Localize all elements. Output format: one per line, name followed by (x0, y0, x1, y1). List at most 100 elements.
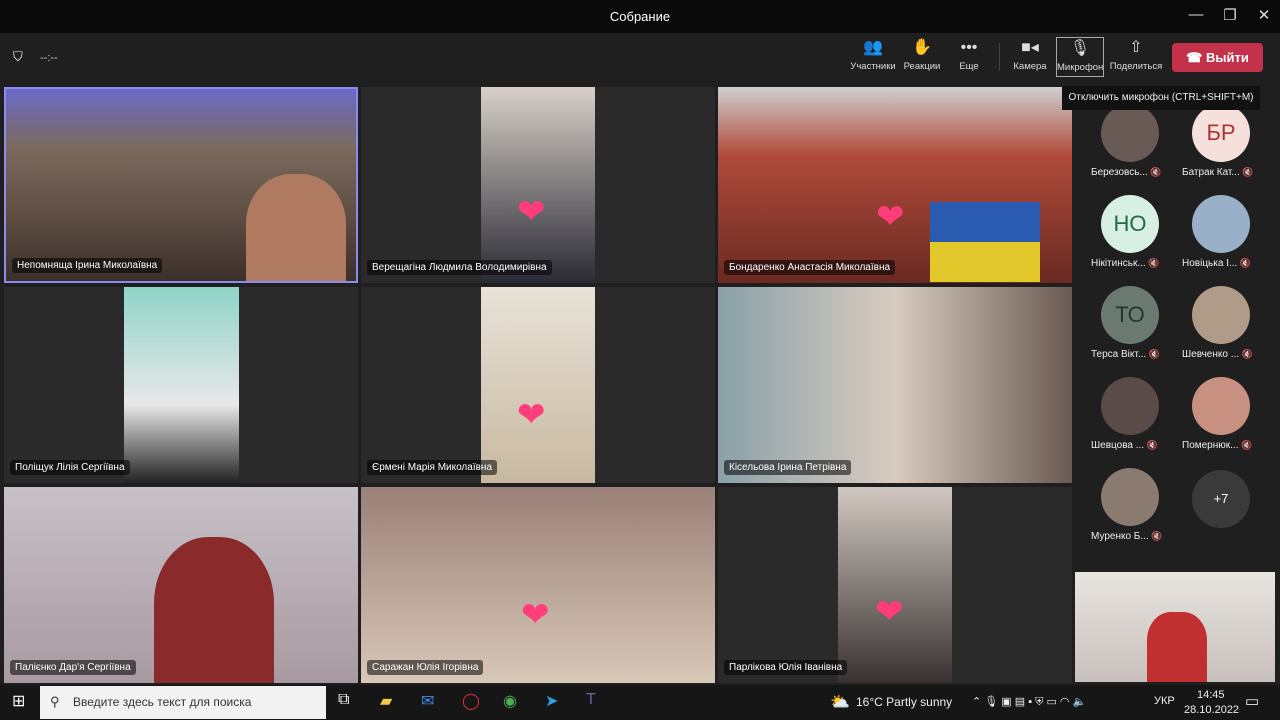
participant-name: Єрмені Марія Миколаївна (367, 460, 498, 475)
more-label: Еще (959, 61, 979, 72)
heart-reaction-icon: ❤ (517, 193, 546, 231)
participant-name: Непомняща Ірина Миколаївна (12, 258, 163, 273)
video-tile[interactable]: Поліщук Лілія Сергіївна (4, 287, 358, 483)
video-tile[interactable]: ❤ Бондаренко Анастасія Миколаївна (718, 87, 1072, 283)
participant-avatar[interactable] (1192, 195, 1250, 253)
shield-icon: ⛉ (13, 49, 23, 64)
share-button[interactable]: ⇧ Поделиться (1108, 37, 1164, 72)
mic-muted-icon: 🔇 (1239, 167, 1254, 177)
mic-muted-icon: 🔇 (1237, 258, 1252, 268)
participant-label: Новіцька І... 🔇 (1182, 258, 1251, 269)
video-tile[interactable]: Кісельова Ірина Петрівна (718, 287, 1072, 483)
meeting-timer: --:-- (40, 52, 58, 64)
participant-name: Шевченко ... (1182, 349, 1240, 360)
microphone-tooltip: Отключить микрофон (CTRL+SHIFT+M) (1062, 86, 1260, 110)
mic-muted-icon: 🔇 (1146, 349, 1160, 359)
search-icon: ⚲ (50, 694, 60, 709)
hangup-icon: ☎ (1186, 50, 1206, 65)
participant-avatar[interactable] (1101, 377, 1159, 435)
video-tile[interactable]: ❤ Верещагіна Людмила Володимирівна (361, 87, 715, 283)
chrome-icon[interactable]: ◉ (503, 691, 517, 711)
self-view (1075, 572, 1275, 682)
participant-avatar[interactable] (1101, 104, 1159, 162)
participant-name: Батрак Кат... (1182, 167, 1240, 178)
mic-muted-icon: 🔇 (1238, 440, 1253, 450)
participant-name: Бондаренко Анастасія Миколаївна (724, 260, 896, 275)
participant-avatar[interactable] (1192, 286, 1250, 344)
reactions-label: Реакции (903, 61, 941, 72)
participant-label: Муренко Б... 🔇 (1091, 531, 1162, 542)
camera-label: Камера (1013, 61, 1047, 72)
windows-taskbar: ⊞ Введите здесь текст для поиска ⚲ ⧉ ▰ ✉… (0, 685, 1280, 720)
participant-name: Нікітинськ... (1091, 258, 1146, 269)
participant-label: Терса Вікт... 🔇 (1091, 349, 1160, 360)
participant-avatar[interactable] (1192, 377, 1250, 435)
mic-muted-icon: 🔇 (1145, 258, 1160, 268)
task-view-icon[interactable]: ⧉ (338, 691, 349, 709)
participant-name: Саражан Юлія Ігорівна (367, 660, 484, 675)
video-tile[interactable]: ❤ Саражан Юлія Ігорівна (361, 487, 715, 683)
video-tile[interactable]: Непомняща Ірина Миколаївна (4, 87, 358, 283)
mail-icon[interactable]: ✉ (421, 691, 434, 711)
opera-icon[interactable]: ◯ (462, 691, 480, 711)
participant-label: Нікітинськ... 🔇 (1091, 258, 1159, 269)
weather-icon: ⛅ (830, 694, 850, 711)
close-button[interactable]: ✕ (1249, 6, 1279, 24)
windows-start-icon[interactable]: ⊞ (12, 691, 25, 711)
participant-name: Поліщук Лілія Сергіївна (10, 460, 130, 475)
participant-name: Березовсь... (1091, 167, 1148, 178)
title-bar: Собрание — ❐ ✕ (0, 0, 1280, 33)
heart-reaction-icon: ❤ (876, 198, 905, 236)
participant-name: Палієнко Дар'я Сергіївна (10, 660, 136, 675)
mic-muted-icon: 🔇 (1239, 349, 1253, 359)
language-indicator[interactable]: УКР (1154, 695, 1175, 707)
participants-label: Участники (850, 61, 896, 72)
more-button[interactable]: ••• Еще (944, 37, 994, 72)
participant-label: Помернюк... 🔇 (1182, 440, 1252, 451)
more-participants-button[interactable]: +7 (1192, 470, 1250, 528)
microphone-button[interactable]: 🎙 Микрофон (1056, 37, 1104, 77)
participant-avatar[interactable] (1101, 468, 1159, 526)
participant-label: Шевцова ... 🔇 (1091, 440, 1158, 451)
participant-name: Терса Вікт... (1091, 349, 1147, 360)
participant-avatar[interactable]: БР (1192, 104, 1250, 162)
participant-name: Новіцька І... (1182, 258, 1238, 269)
camera-button[interactable]: ■◂ Камера (1005, 37, 1055, 72)
participant-name: Помернюк... (1182, 440, 1239, 451)
participant-name: Муренко Б... (1091, 531, 1149, 542)
participant-name: Парлікова Юлія Іванівна (724, 660, 848, 675)
hand-icon: ✋ (912, 39, 932, 56)
reactions-button[interactable]: ✋ Реакции (897, 37, 947, 72)
video-tile[interactable]: ❤ Єрмені Марія Миколаївна (361, 287, 715, 483)
video-tile[interactable]: Палієнко Дар'я Сергіївна (4, 487, 358, 683)
clock-time[interactable]: 14:45 (1197, 689, 1225, 701)
notifications-icon[interactable]: ▭ (1245, 692, 1259, 710)
people-icon: 👥 (863, 39, 883, 56)
leave-label: Выйти (1205, 50, 1249, 65)
participant-avatar[interactable]: НО (1101, 195, 1159, 253)
more-icon: ••• (960, 39, 978, 56)
divider (999, 43, 1000, 71)
tray-icons[interactable]: ⌃ 🎙 ▣ ▤ ▪ ⛨ ▭ ◠ 🔈 (972, 695, 1086, 709)
participant-avatar[interactable]: ТО (1101, 286, 1159, 344)
teams-icon[interactable]: T (586, 691, 596, 709)
video-tile[interactable]: ❤ Парлікова Юлія Іванівна (718, 487, 1072, 683)
microphone-label: Микрофон (1057, 62, 1104, 73)
participant-name: Шевцова ... (1091, 440, 1145, 451)
participants-button[interactable]: 👥 Участники (848, 37, 898, 72)
participant-label: Березовсь... 🔇 (1091, 167, 1162, 178)
weather-text[interactable]: 16°C Partly sunny (856, 695, 952, 709)
telegram-icon[interactable]: ➤ (545, 691, 558, 711)
file-explorer-icon[interactable]: ▰ (380, 691, 392, 711)
taskbar-search-input[interactable]: Введите здесь текст для поиска (40, 686, 326, 719)
leave-button[interactable]: ☎ Выйти (1172, 43, 1263, 72)
participant-name: Верещагіна Людмила Володимирівна (367, 260, 552, 275)
share-icon: ⇧ (1129, 39, 1143, 56)
share-label: Поделиться (1109, 61, 1163, 72)
participant-name: Кісельова Ірина Петрівна (724, 460, 852, 475)
maximize-button[interactable]: ❐ (1215, 6, 1245, 24)
microphone-icon: 🎙 (1069, 40, 1091, 57)
clock-date[interactable]: 28.10.2022 (1184, 704, 1239, 716)
minimize-button[interactable]: — (1181, 6, 1211, 23)
participant-label: Шевченко ... 🔇 (1182, 349, 1253, 360)
